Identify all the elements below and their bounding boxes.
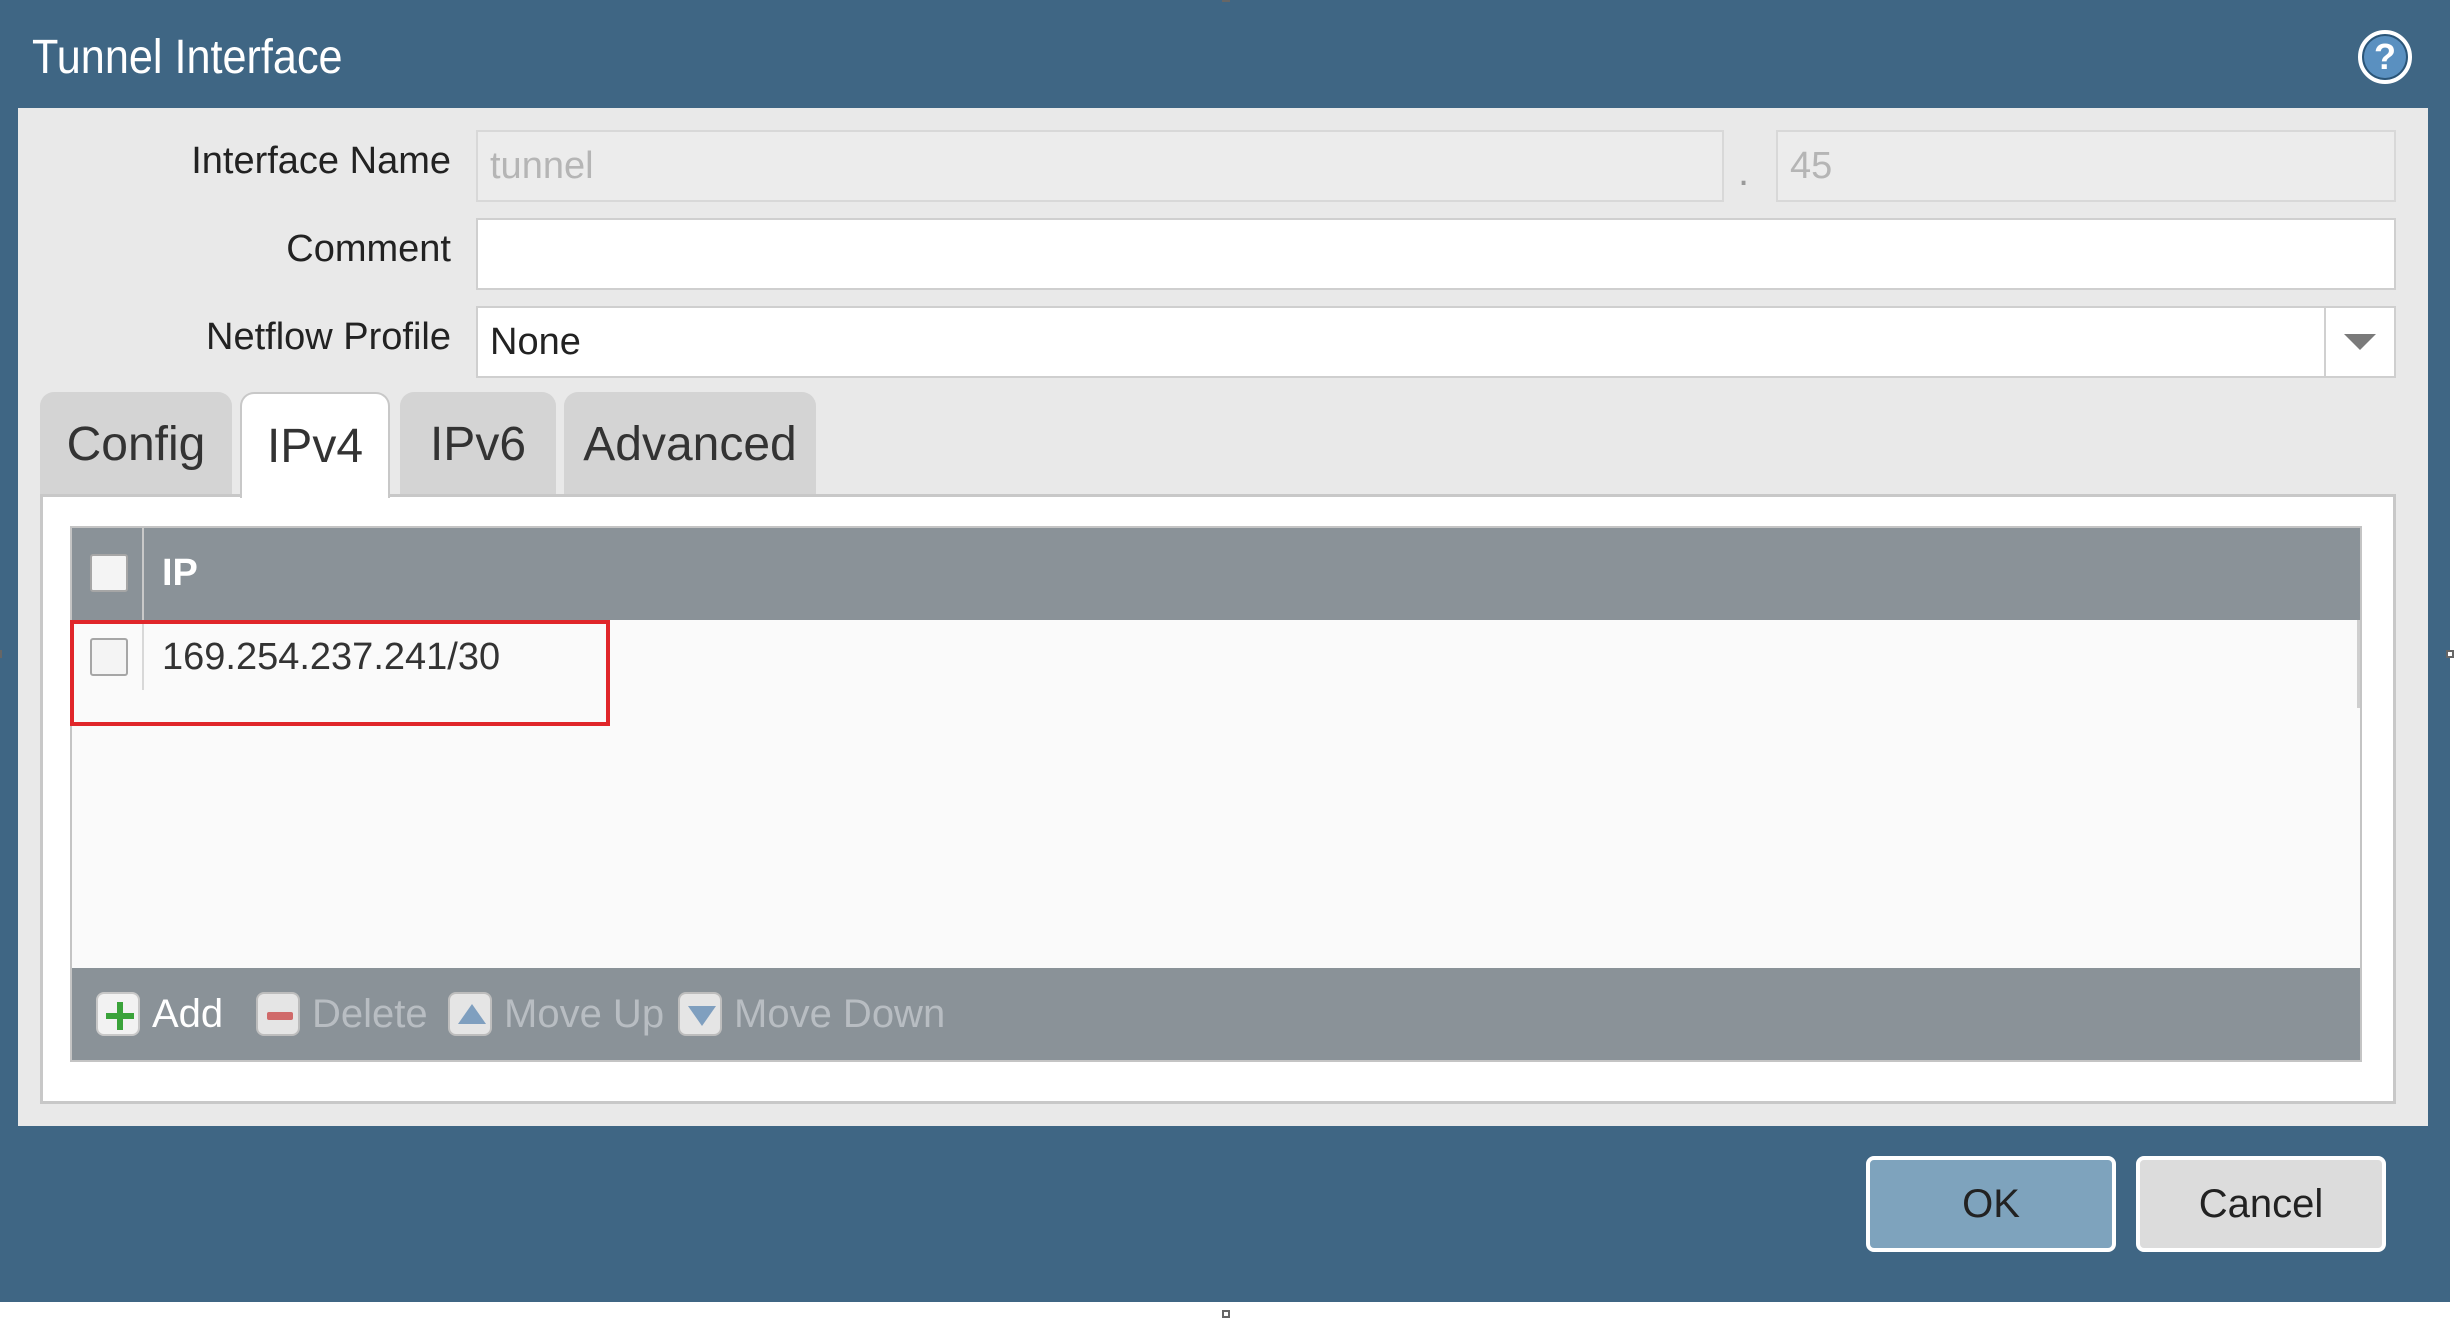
resize-handle-top[interactable] <box>1222 0 1230 2</box>
move-down-label: Move Down <box>734 991 946 1036</box>
arrow-up-icon <box>448 992 492 1036</box>
tab-ipv6[interactable]: IPv6 <box>400 392 556 496</box>
resize-handle-right[interactable] <box>2446 650 2454 658</box>
move-up-button[interactable]: Move Up <box>448 988 664 1040</box>
column-divider <box>142 528 144 620</box>
add-button[interactable]: Add <box>96 988 223 1040</box>
plus-icon <box>96 992 140 1036</box>
comment-field[interactable] <box>476 218 2396 290</box>
select-all-checkbox[interactable] <box>90 554 128 592</box>
move-up-label: Move Up <box>504 991 665 1036</box>
netflow-profile-value: None <box>490 320 581 363</box>
minus-icon <box>256 992 300 1036</box>
netflow-profile-select[interactable]: None <box>476 306 2396 378</box>
interface-name-label: Interface Name <box>191 140 451 182</box>
resize-handle-left[interactable] <box>0 650 2 658</box>
resize-handle-bottom[interactable] <box>1222 1310 1230 1318</box>
interface-number-field: 45 <box>1776 130 2396 202</box>
move-down-button[interactable]: Move Down <box>678 988 945 1040</box>
interface-name-value: tunnel <box>490 144 594 187</box>
delete-button[interactable]: Delete <box>256 988 428 1040</box>
table-toolbar: Add Delete Move Up Move Down <box>72 968 2360 1060</box>
dialog-title: Tunnel Interface <box>32 31 343 84</box>
ok-button[interactable]: OK <box>1866 1156 2116 1252</box>
highlight-box <box>70 620 610 726</box>
interface-name-separator: . <box>1738 150 1750 194</box>
interface-number-value: 45 <box>1790 144 1833 187</box>
interface-name-field: tunnel <box>476 130 1724 202</box>
comment-label: Comment <box>286 228 451 270</box>
netflow-profile-label: Netflow Profile <box>206 316 451 358</box>
ip-column-header[interactable]: IP <box>162 552 198 595</box>
ip-address-table: IP 169.254.237.241/30 Add Delete Move Up… <box>70 526 2362 1062</box>
tab-config[interactable]: Config <box>40 392 232 496</box>
delete-label: Delete <box>312 991 428 1036</box>
dialog-titlebar[interactable]: Tunnel Interface ? <box>0 0 2450 108</box>
tunnel-interface-dialog: Tunnel Interface ? Interface Name tunnel… <box>0 0 2450 1302</box>
cancel-button[interactable]: Cancel <box>2136 1156 2386 1252</box>
tab-ipv4[interactable]: IPv4 <box>240 392 390 498</box>
help-icon[interactable]: ? <box>2358 30 2412 84</box>
table-header: IP <box>72 528 2360 620</box>
chevron-down-icon[interactable] <box>2324 308 2394 376</box>
add-label: Add <box>152 991 224 1036</box>
tab-advanced[interactable]: Advanced <box>564 392 816 496</box>
arrow-down-icon <box>678 992 722 1036</box>
